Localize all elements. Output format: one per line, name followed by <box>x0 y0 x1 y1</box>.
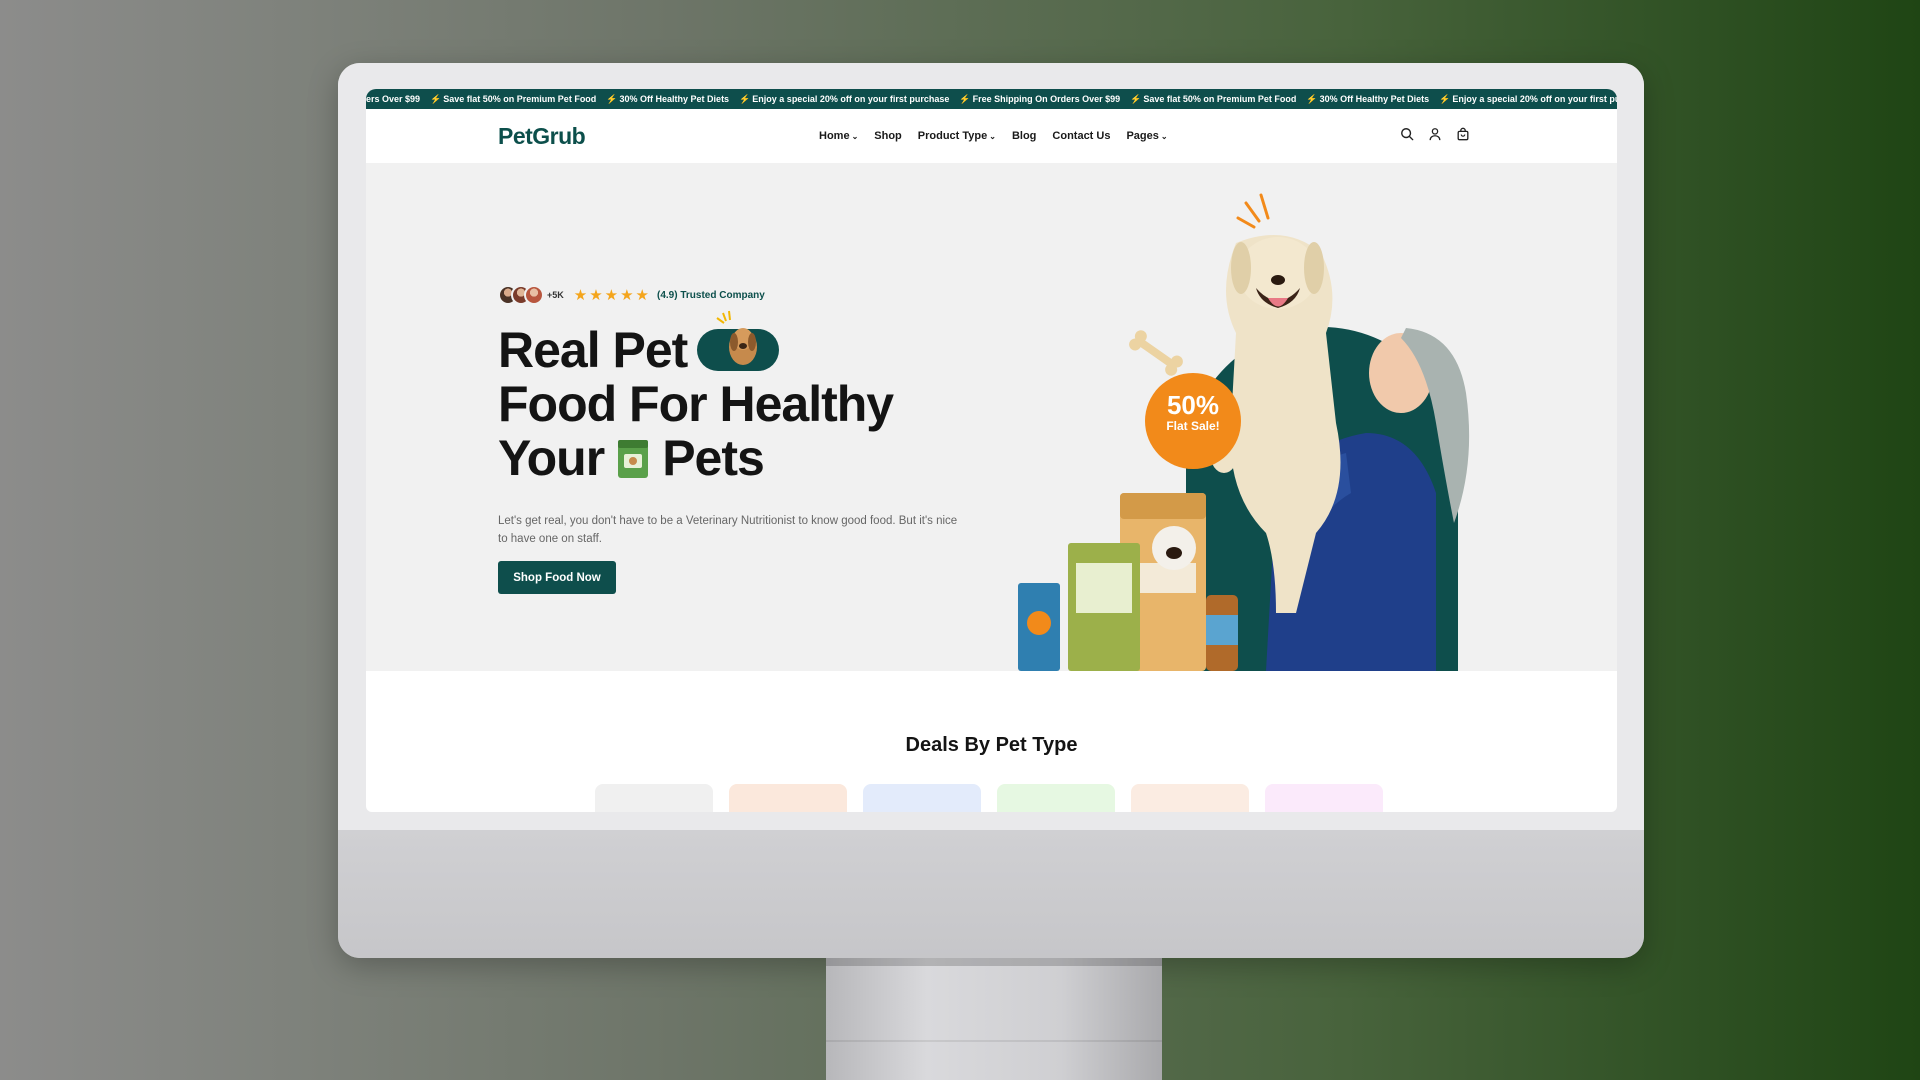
lightning-icon: ⚡ <box>959 93 971 104</box>
monitor-chin <box>338 830 1644 958</box>
lightning-icon: ⚡ <box>1439 93 1451 104</box>
menu-item-label: Shop <box>874 130 902 142</box>
lightning-icon: ⚡ <box>606 93 618 104</box>
lightning-icon: ⚡ <box>1306 93 1318 104</box>
pet-type-card[interactable] <box>729 784 847 812</box>
sale-badge: 50% Flat Sale! <box>1145 391 1241 433</box>
avatar <box>524 285 544 305</box>
ticker-item: ers Over $99 <box>366 94 420 104</box>
hero-illustration: 50% Flat Sale! <box>1006 163 1476 671</box>
ticker-item: ⚡ Save flat 50% on Premium Pet Food <box>430 94 596 105</box>
ticker-text: Free Shipping On Orders Over $99 <box>972 94 1121 104</box>
rating-stars: ★★★★★ <box>573 287 652 304</box>
deals-section-title: Deals By Pet Type <box>905 734 1078 756</box>
user-icon[interactable] <box>1428 127 1442 146</box>
pet-type-card[interactable] <box>595 784 713 812</box>
ticker-item: ⚡ Enjoy a special 20% off on your first p… <box>739 94 949 105</box>
ticker-item: ⚡ Free Shipping On Orders Over $99 <box>959 94 1120 105</box>
chevron-down-icon: ⌄ <box>851 131 859 141</box>
menu-item-home[interactable]: Home ⌄ <box>819 130 858 142</box>
menu-item-label: Home <box>819 130 850 142</box>
dog-pill-image <box>697 310 780 371</box>
headline-line-3: Your <box>498 430 605 486</box>
pet-type-card[interactable] <box>997 784 1115 812</box>
menu-item-label: Pages <box>1126 130 1159 142</box>
ticker-item: ⚡ Save flat 50% on Premium Pet Food <box>1130 94 1296 105</box>
site-logo[interactable]: PetGrub <box>498 123 586 150</box>
pet-type-cards <box>595 784 1383 812</box>
ticker-item: ⚡ Enjoy a special 20% off on your first p… <box>1439 94 1617 105</box>
stand-line <box>826 1040 1162 1042</box>
hero-section: +5K ★★★★★ (4.9) Trusted Company Real Pet <box>366 163 1617 671</box>
menu-item-product-type[interactable]: Product Type ⌄ <box>918 130 996 142</box>
ticker-text: ers Over $99 <box>366 94 421 104</box>
stand-shadow <box>826 958 1162 966</box>
customer-count: +5K <box>547 290 564 300</box>
search-icon[interactable] <box>1400 127 1414 146</box>
chevron-down-icon: ⌄ <box>989 131 996 141</box>
hero-description: Let's get real, you don't have to be a V… <box>498 515 958 545</box>
hero-headline: Real Pet Food For Healthy Your Pets <box>498 310 894 486</box>
navbar: PetGrub Home ⌄ Shop Product Type ⌄ Blog Contac… <box>366 109 1617 163</box>
shop-food-now-button[interactable]: Shop Food Now <box>498 561 616 594</box>
menu-item-label: Contact Us <box>1052 130 1111 142</box>
headline-line-1: Real Pet <box>498 322 688 378</box>
sale-badge-percent: 50% <box>1166 390 1220 420</box>
ticker-text: Enjoy a special 20% off on your first pu… <box>1452 94 1617 104</box>
ticker-item: ⚡ 30% Off Healthy Pet Diets <box>1306 94 1429 105</box>
ticker-text: 30% Off Healthy Pet Diets <box>1319 94 1430 104</box>
menu-item-blog[interactable]: Blog <box>1012 130 1036 142</box>
menu-item-label: Blog <box>1011 130 1037 142</box>
ticker-item: ⚡ 30% Off Healthy Pet Diets <box>606 94 729 105</box>
trust-row: +5K ★★★★★ (4.9) Trusted Company <box>498 285 765 305</box>
headline-line-4: Pets <box>662 430 765 486</box>
ticker-text: Enjoy a special 20% off on your first pu… <box>752 94 950 104</box>
pet-type-card[interactable] <box>863 784 981 812</box>
lightning-icon: ⚡ <box>430 93 442 104</box>
chevron-down-icon: ⌄ <box>1160 131 1168 141</box>
headline-line-2: Food For Healthy <box>498 376 894 432</box>
pet-type-card[interactable] <box>1265 784 1383 812</box>
menu-item-label: Product Type <box>917 130 988 142</box>
lightning-icon: ⚡ <box>739 93 751 104</box>
main-menu: Home ⌄ Shop Product Type ⌄ Blog Contact Us Page… <box>819 130 1168 142</box>
rating-text: (4.9) Trusted Company <box>657 289 765 301</box>
ticker-text: Save flat 50% on Premium Pet Food <box>443 94 597 104</box>
pet-type-card[interactable] <box>1131 784 1249 812</box>
menu-item-contact-us[interactable]: Contact Us <box>1052 130 1110 142</box>
website-screen: ers Over $99 ⚡ Save flat 50% on Premium Pe… <box>366 89 1617 812</box>
sale-badge-text: Flat Sale! <box>1166 419 1220 433</box>
nav-icons <box>1400 127 1470 146</box>
monitor-stand <box>826 958 1162 1080</box>
announcement-ticker: ers Over $99 ⚡ Save flat 50% on Premium Pe… <box>366 89 1617 109</box>
cart-icon[interactable] <box>1456 127 1470 146</box>
lightning-icon: ⚡ <box>1130 93 1142 104</box>
ticker-text: Save flat 50% on Premium Pet Food <box>1143 94 1297 104</box>
menu-item-shop[interactable]: Shop <box>874 130 902 142</box>
menu-item-pages[interactable]: Pages ⌄ <box>1126 130 1167 142</box>
food-bag-image <box>614 436 652 480</box>
ticker-text: 30% Off Healthy Pet Diets <box>619 94 730 104</box>
